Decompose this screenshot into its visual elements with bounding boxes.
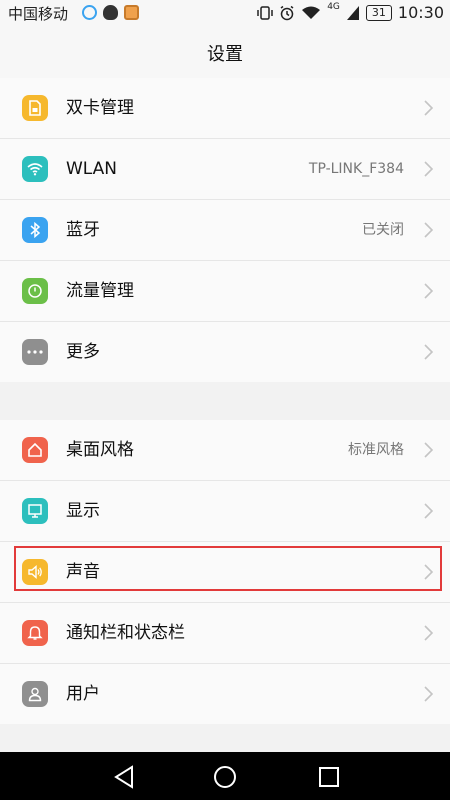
bluetooth-icon bbox=[22, 217, 48, 243]
settings-item-label: WLAN bbox=[66, 159, 118, 179]
wifi-status-icon bbox=[302, 6, 321, 19]
status-icons: 4G 31 10:30 bbox=[257, 1, 444, 22]
vibrate-icon bbox=[257, 5, 273, 20]
wifi-icon bbox=[22, 156, 48, 182]
settings-item-label: 更多 bbox=[66, 342, 100, 362]
settings-item-bluetooth[interactable]: 蓝牙 已关闭 bbox=[0, 200, 450, 261]
settings-item-label: 蓝牙 bbox=[66, 220, 100, 240]
settings-item-home-style[interactable]: 桌面风格 标准风格 bbox=[0, 420, 450, 481]
gallery-icon bbox=[124, 5, 139, 20]
navigation-bar bbox=[0, 752, 450, 800]
carrier-label: 中国移动 bbox=[8, 5, 69, 23]
settings-item-label: 用户 bbox=[66, 684, 100, 704]
recents-icon[interactable] bbox=[316, 764, 342, 790]
browser-icon bbox=[82, 5, 97, 20]
notification-icons bbox=[82, 5, 139, 20]
chevron-right-icon bbox=[424, 283, 434, 299]
settings-item-notifications[interactable]: 通知栏和状态栏 bbox=[0, 603, 450, 664]
chevron-right-icon bbox=[424, 625, 434, 641]
settings-item-dual-sim[interactable]: 双卡管理 bbox=[0, 78, 450, 139]
settings-group-device: 桌面风格 标准风格 显示 声音 通知栏和状态栏 用户 bbox=[0, 420, 450, 724]
sound-icon bbox=[22, 559, 48, 585]
chevron-right-icon bbox=[424, 442, 434, 458]
chevron-right-icon bbox=[424, 686, 434, 702]
settings-group-connectivity: 双卡管理 WLAN TP-LINK_F384 蓝牙 已关闭 流量管理 更多 bbox=[0, 78, 450, 382]
settings-item-value: TP-LINK_F384 bbox=[308, 161, 404, 177]
back-icon[interactable] bbox=[112, 764, 138, 790]
chevron-right-icon bbox=[424, 503, 434, 519]
settings-item-value: 标准风格 bbox=[348, 442, 404, 458]
notification-icon bbox=[22, 620, 48, 646]
settings-item-more[interactable]: 更多 bbox=[0, 322, 450, 382]
home-icon bbox=[22, 437, 48, 463]
page-title: 设置 bbox=[207, 44, 243, 65]
settings-item-label: 通知栏和状态栏 bbox=[66, 623, 185, 643]
user-icon bbox=[22, 681, 48, 707]
battery-indicator: 31 bbox=[365, 4, 392, 21]
settings-item-label: 桌面风格 bbox=[66, 440, 134, 460]
qq-icon bbox=[103, 5, 118, 20]
chevron-right-icon bbox=[424, 564, 434, 580]
settings-item-users[interactable]: 用户 bbox=[0, 664, 450, 724]
chevron-right-icon bbox=[424, 222, 434, 238]
sim-card-icon bbox=[22, 95, 48, 121]
chevron-right-icon bbox=[424, 100, 434, 116]
chevron-right-icon bbox=[424, 344, 434, 360]
settings-item-display[interactable]: 显示 bbox=[0, 481, 450, 542]
alarm-icon bbox=[280, 5, 294, 20]
status-bar: 中国移动 4G 31 10:30 bbox=[0, 0, 450, 26]
settings-item-wlan[interactable]: WLAN TP-LINK_F384 bbox=[0, 139, 450, 200]
clock: 10:30 bbox=[397, 3, 444, 22]
display-icon bbox=[22, 498, 48, 524]
settings-item-data-usage[interactable]: 流量管理 bbox=[0, 261, 450, 322]
settings-item-value: 已关闭 bbox=[362, 222, 404, 238]
settings-item-label: 声音 bbox=[66, 562, 100, 582]
signal-icon bbox=[346, 5, 359, 20]
page-header: 设置 bbox=[0, 26, 450, 85]
more-icon bbox=[22, 339, 48, 365]
home-button-icon[interactable] bbox=[212, 764, 238, 790]
data-usage-icon bbox=[22, 278, 48, 304]
settings-item-label: 双卡管理 bbox=[66, 98, 134, 118]
settings-item-label: 显示 bbox=[66, 501, 100, 521]
chevron-right-icon bbox=[424, 161, 434, 177]
network-type: 4G bbox=[327, 1, 340, 12]
settings-item-sound[interactable]: 声音 bbox=[0, 542, 450, 603]
settings-item-label: 流量管理 bbox=[66, 281, 134, 301]
